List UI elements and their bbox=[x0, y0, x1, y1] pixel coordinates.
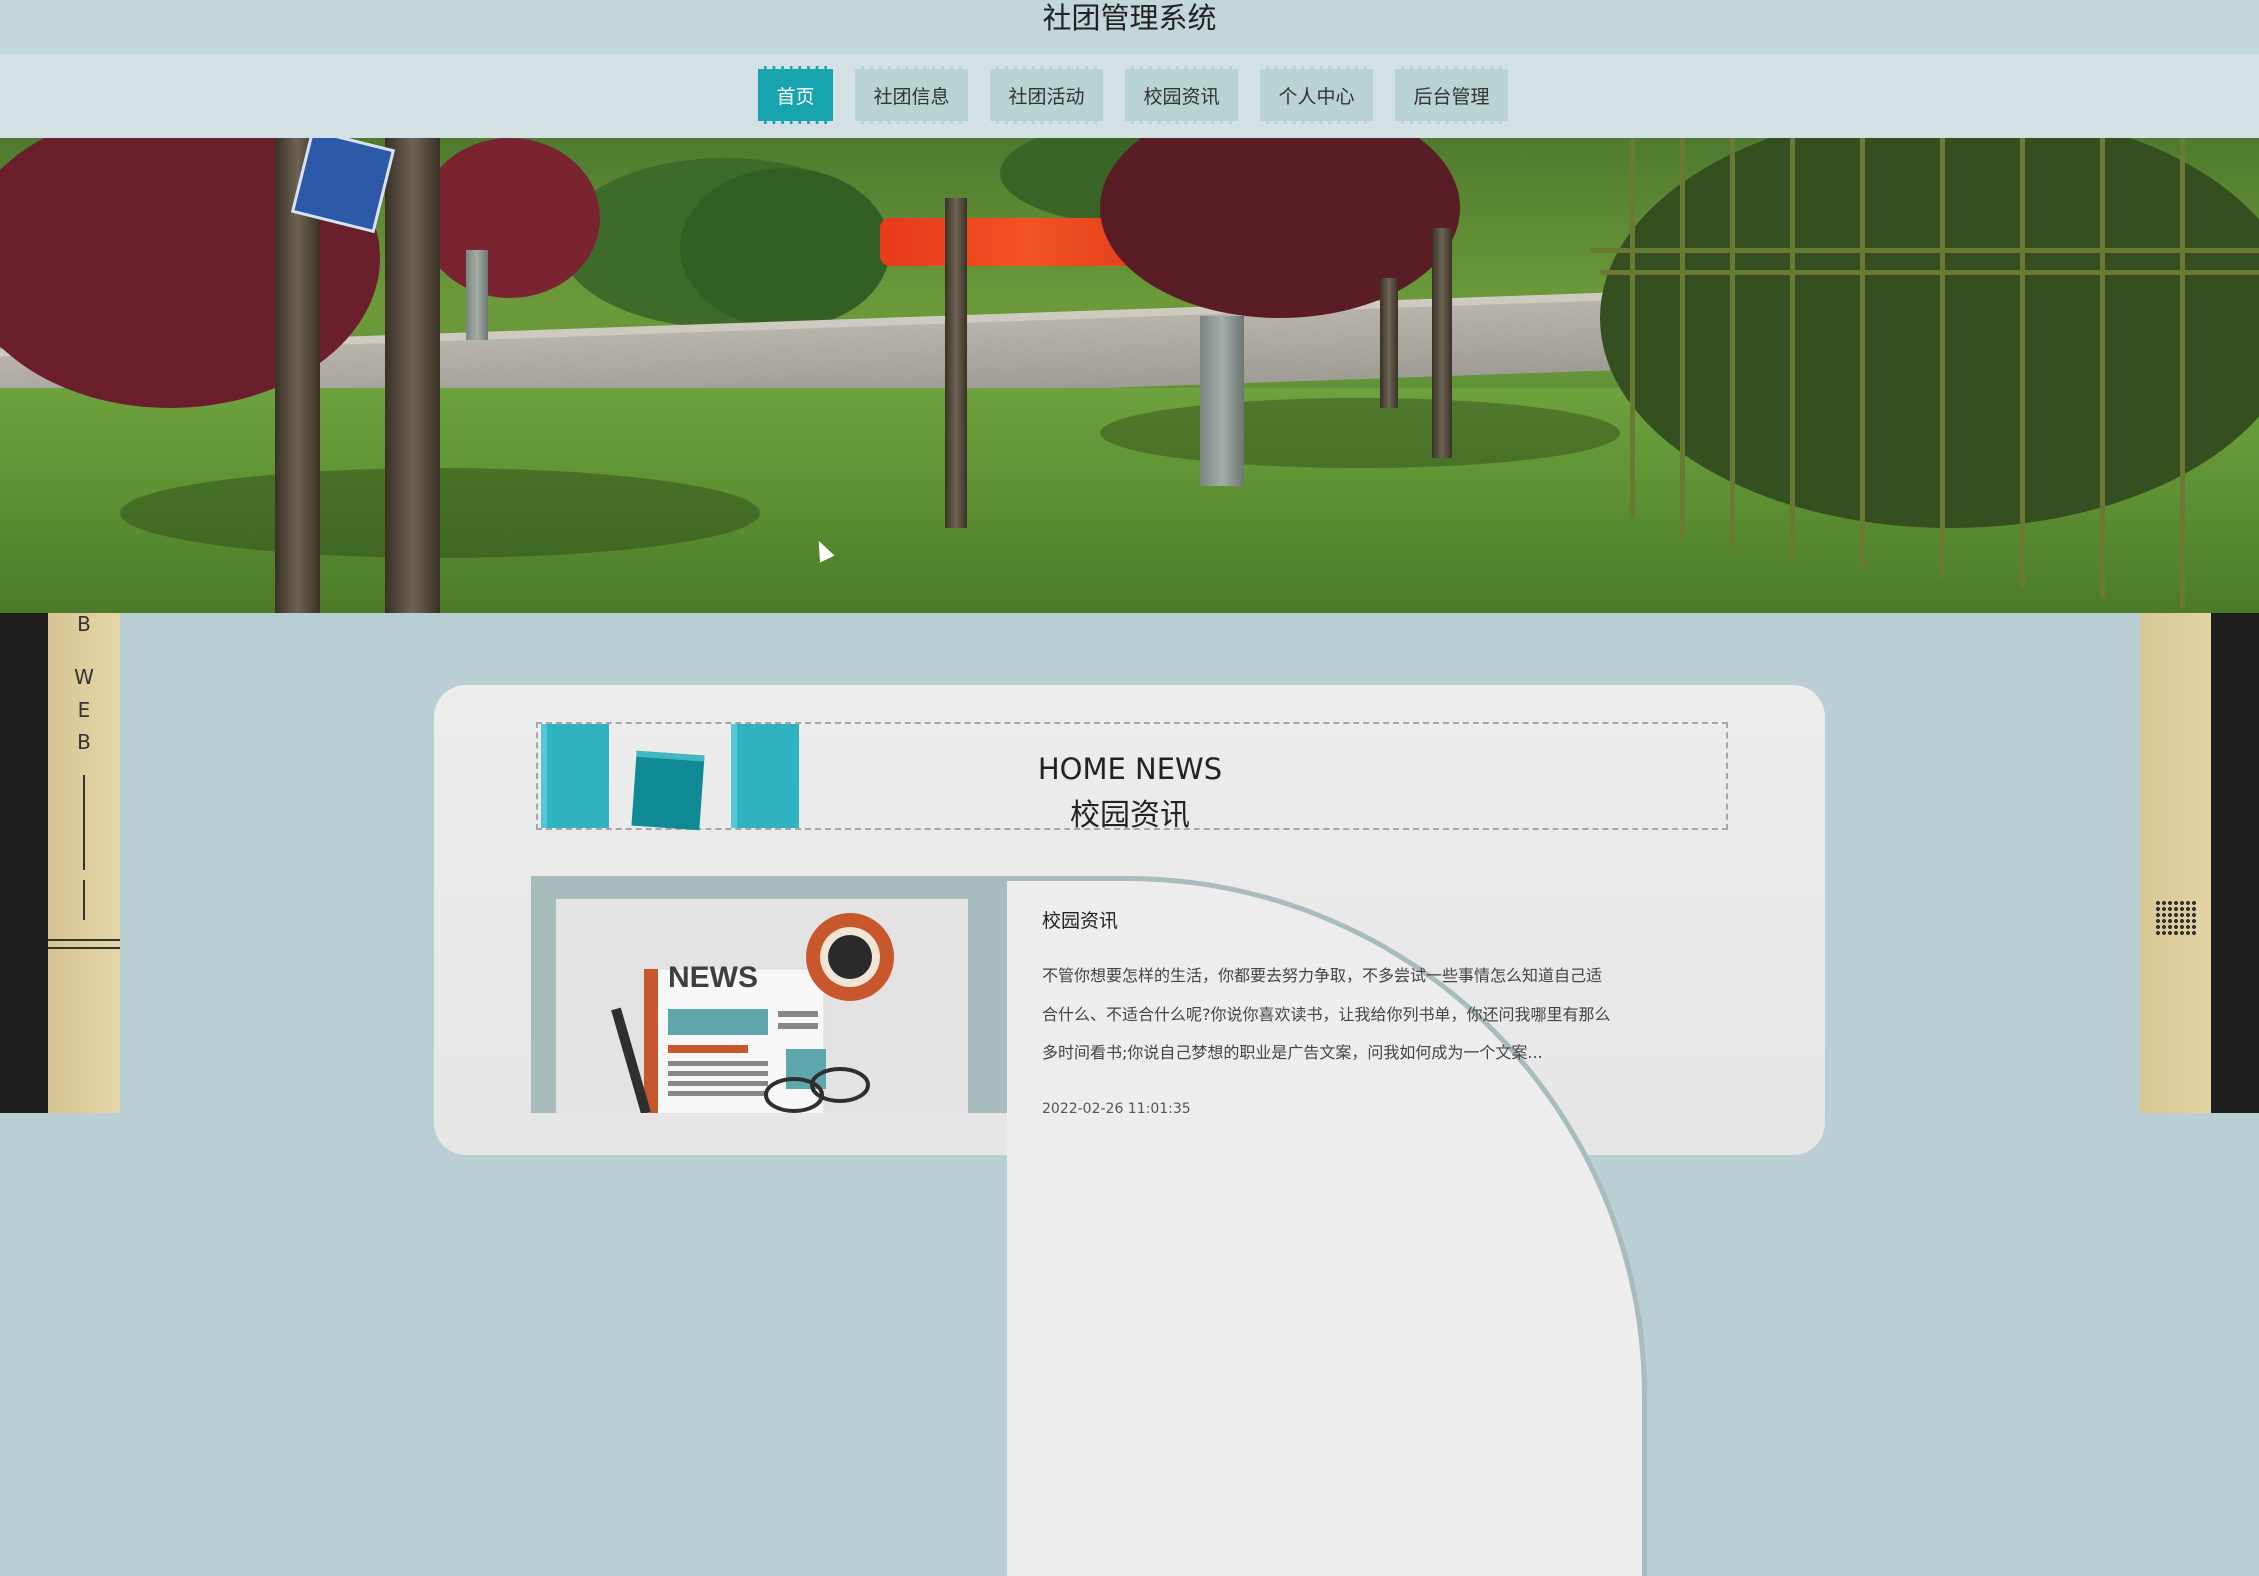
side-letter: W bbox=[74, 665, 94, 689]
side-divider bbox=[83, 880, 85, 920]
lamp-post bbox=[1200, 316, 1244, 486]
news-item-summary: 不管你想要怎样的生活，你都要去努力争取，不多尝试一些事情怎么知道自己适合什么、不… bbox=[1042, 966, 1611, 1062]
section-title-en: HOME NEWS bbox=[1037, 752, 1223, 786]
bamboo-stalk bbox=[2020, 138, 2025, 588]
tree-trunk bbox=[1380, 278, 1398, 408]
lamp-post bbox=[466, 250, 488, 340]
side-letter: E bbox=[77, 698, 91, 722]
nav-item-club-activities[interactable]: 社团活动 bbox=[990, 66, 1103, 124]
nav-list: 首页 社团信息 社团活动 校园资讯 个人中心 后台管理 bbox=[758, 66, 1508, 124]
bamboo-stalk bbox=[2100, 138, 2105, 598]
nav-item-profile[interactable]: 个人中心 bbox=[1260, 66, 1373, 124]
nav-item-admin[interactable]: 后台管理 bbox=[1395, 66, 1508, 124]
bamboo-stalk bbox=[1860, 138, 1865, 568]
site-title: 社团管理系统 bbox=[1042, 1, 1217, 35]
bamboo-rail bbox=[1590, 248, 2259, 253]
bamboo-stalk bbox=[1630, 138, 1635, 518]
side-divider bbox=[48, 947, 120, 949]
news-item-title[interactable]: 校园资讯 bbox=[1042, 906, 1118, 933]
tree-trunk bbox=[1432, 228, 1452, 458]
bamboo-stalk bbox=[1730, 138, 1735, 548]
bamboo-rail bbox=[1600, 270, 2259, 275]
hedge-shape bbox=[680, 168, 890, 328]
top-header: 社团管理系统 bbox=[0, 0, 2259, 54]
nav-item-club-info[interactable]: 社团信息 bbox=[855, 66, 968, 124]
tree-trunk bbox=[385, 138, 440, 613]
bamboo-stalk bbox=[1680, 138, 1685, 538]
left-dark-strip bbox=[0, 613, 48, 1113]
tree-shadow bbox=[120, 468, 760, 558]
cube-icon bbox=[541, 724, 609, 828]
bamboo-stalk bbox=[1790, 138, 1795, 558]
news-thumbnail[interactable]: NEWS bbox=[556, 899, 968, 1113]
main-nav: 首页 社团信息 社团活动 校园资讯 个人中心 后台管理 bbox=[0, 54, 2259, 138]
side-letter: B bbox=[77, 612, 91, 636]
newspaper-illustration: NEWS bbox=[556, 899, 968, 1113]
section-title-cn: 校园资讯 bbox=[1070, 798, 1190, 833]
cube-icon bbox=[731, 724, 799, 828]
news-item-date: 2022-02-26 11:01:35 bbox=[1042, 1101, 1191, 1117]
red-tree-canopy bbox=[420, 138, 600, 298]
right-gold-strip bbox=[2140, 613, 2211, 1113]
tree-trunk bbox=[945, 198, 967, 528]
red-tree-canopy bbox=[1100, 138, 1460, 318]
banner-image bbox=[0, 138, 2259, 613]
bamboo-stalk bbox=[2180, 138, 2185, 608]
nav-item-home[interactable]: 首页 bbox=[758, 66, 833, 124]
cube-icon bbox=[631, 750, 705, 831]
side-letter: B bbox=[77, 730, 91, 754]
tree-shadow bbox=[1100, 398, 1620, 468]
bamboo-stalk bbox=[1940, 138, 1945, 578]
news-image-text: NEWS bbox=[668, 961, 758, 994]
side-divider bbox=[48, 939, 120, 941]
right-dark-strip bbox=[2211, 613, 2259, 1113]
side-divider bbox=[83, 775, 85, 870]
nav-item-campus-news[interactable]: 校园资讯 bbox=[1125, 66, 1238, 124]
grid-dots-icon bbox=[2155, 900, 2197, 936]
